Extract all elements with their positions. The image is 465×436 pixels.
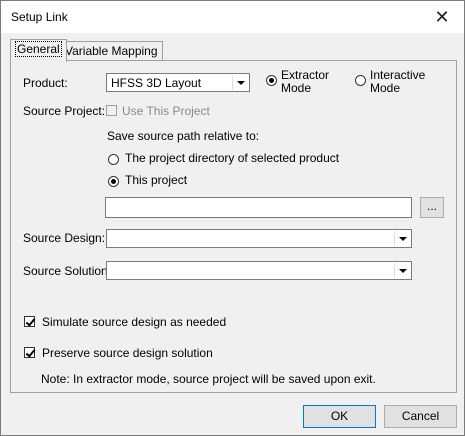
- interactive-mode-radio[interactable]: [355, 75, 366, 86]
- ok-button-label: OK: [330, 409, 349, 423]
- use-this-project-label: Use This Project: [122, 104, 210, 118]
- source-design-label: Source Design:: [23, 231, 106, 245]
- chevron-down-icon: [232, 75, 248, 90]
- tab-variable-mapping[interactable]: Variable Mapping: [60, 41, 163, 61]
- tab-general[interactable]: General: [10, 39, 67, 62]
- setup-link-dialog: Setup Link ✕ General Variable Mapping Pr…: [0, 0, 465, 436]
- save-relative-label: Save source path relative to:: [107, 129, 260, 143]
- ok-button[interactable]: OK: [303, 405, 376, 428]
- simulate-label: Simulate source design as needed: [42, 315, 227, 329]
- use-this-project-checkbox[interactable]: [106, 105, 117, 116]
- project-directory-label: The project directory of selected produc…: [125, 151, 340, 165]
- product-value: HFSS 3D Layout: [111, 76, 202, 90]
- source-design-select[interactable]: [106, 229, 412, 248]
- product-label: Product:: [23, 76, 68, 90]
- interactive-mode-line1: Interactive: [370, 68, 426, 82]
- simulate-checkbox[interactable]: [24, 316, 35, 327]
- extractor-mode-line2: Mode: [281, 81, 312, 95]
- chevron-down-icon: [394, 263, 410, 278]
- window-title: Setup Link: [11, 10, 68, 24]
- project-directory-radio[interactable]: [108, 154, 119, 165]
- interactive-mode-line2: Mode: [370, 81, 401, 95]
- source-solution-label: Source Solution:: [23, 264, 112, 278]
- extractor-mode-note: Note: In extractor mode, source project …: [41, 372, 376, 386]
- extractor-mode-line1: Extractor: [281, 68, 330, 82]
- tab-variable-mapping-label: Variable Mapping: [65, 44, 158, 58]
- source-solution-select[interactable]: [106, 261, 412, 280]
- this-project-label: This project: [125, 173, 188, 187]
- extractor-mode-radio[interactable]: [266, 75, 277, 86]
- tab-general-label: General: [15, 41, 62, 57]
- title-bar: Setup Link ✕: [1, 1, 464, 33]
- this-project-radio[interactable]: [108, 176, 119, 187]
- browse-button[interactable]: ...: [420, 197, 444, 218]
- cancel-button[interactable]: Cancel: [384, 405, 457, 428]
- close-icon[interactable]: ✕: [428, 3, 456, 31]
- preserve-checkbox[interactable]: [24, 347, 35, 358]
- cancel-button-label: Cancel: [401, 409, 440, 423]
- general-panel: Product: HFSS 3D Layout Extractor Mode I…: [10, 60, 457, 393]
- browse-button-label: ...: [426, 199, 437, 213]
- preserve-label: Preserve source design solution: [42, 346, 213, 360]
- source-path-input[interactable]: [105, 197, 412, 218]
- chevron-down-icon: [394, 231, 410, 246]
- interactive-mode-label: Interactive Mode: [370, 69, 425, 95]
- product-select[interactable]: HFSS 3D Layout: [106, 73, 250, 92]
- extractor-mode-label: Extractor Mode: [281, 69, 329, 95]
- source-project-label: Source Project:: [23, 104, 106, 118]
